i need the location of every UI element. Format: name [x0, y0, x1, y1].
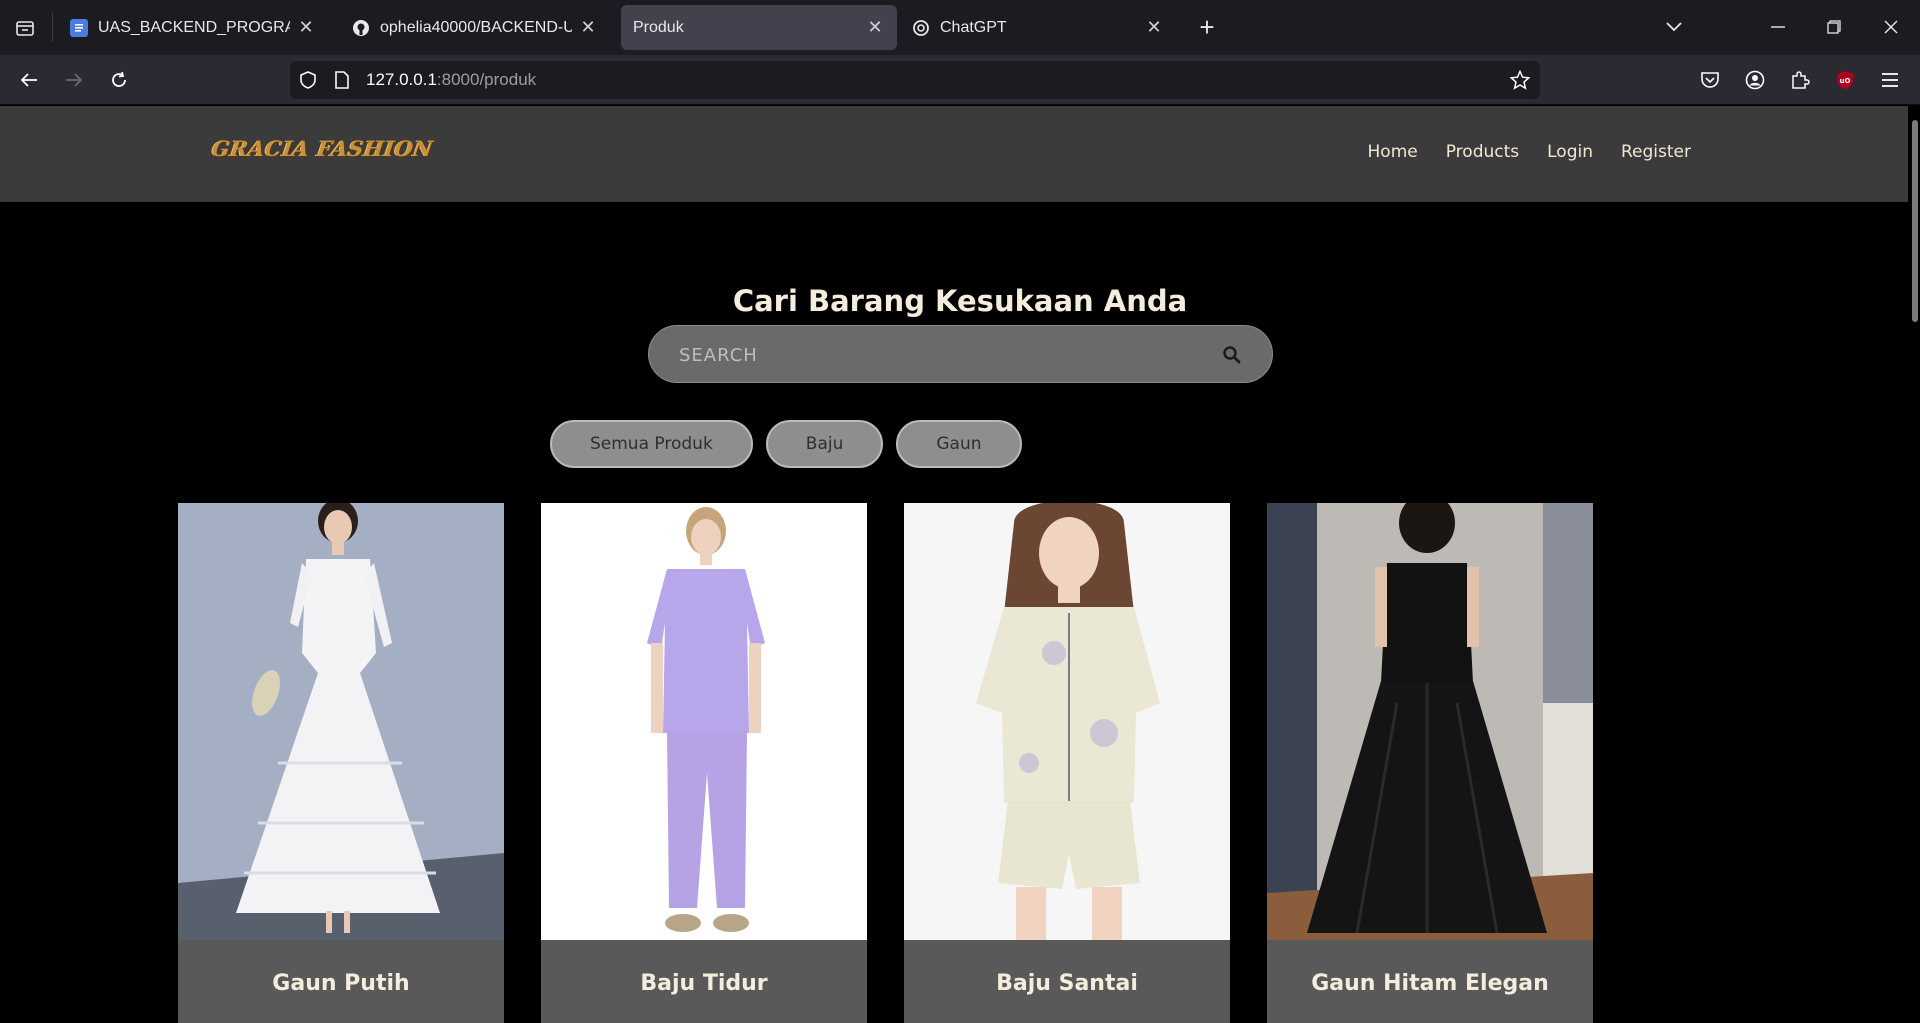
product-name[interactable]: Gaun Putih — [178, 971, 504, 996]
ublock-icon[interactable]: uO — [1830, 65, 1860, 95]
url-path: :8000/produk — [436, 70, 537, 89]
url-host: 127.0.0.1 — [366, 70, 437, 89]
search-box[interactable] — [648, 325, 1273, 383]
extensions-icon[interactable] — [1785, 65, 1815, 95]
url-text[interactable]: 127.0.0.1:8000/produk — [366, 70, 536, 90]
reload-icon[interactable] — [102, 63, 136, 97]
back-icon[interactable] — [12, 63, 46, 97]
product-card[interactable]: Gaun Hitam Elegan — [1267, 503, 1593, 1023]
nav-home[interactable]: Home — [1368, 142, 1418, 162]
docs-icon — [70, 18, 88, 37]
menu-icon[interactable] — [1875, 65, 1905, 95]
category-filters: Semua Produk Baju Gaun — [550, 420, 1022, 468]
page-icon[interactable] — [332, 70, 352, 90]
tab-separator — [52, 12, 53, 42]
chatgpt-icon — [912, 19, 930, 37]
site-header: GRACIA FASHION Home Products Login Regis… — [0, 106, 1920, 202]
tab-uas-backend[interactable]: UAS_BACKEND_PROGRAMMING ✕ — [58, 5, 328, 50]
new-tab-icon[interactable]: + — [1192, 12, 1222, 42]
minimize-icon[interactable] — [1758, 10, 1798, 44]
svg-text:uO: uO — [1840, 77, 1851, 85]
tab-title: Produk — [633, 18, 684, 36]
bookmark-star-icon[interactable] — [1510, 70, 1530, 90]
nav-login[interactable]: Login — [1547, 142, 1593, 162]
product-name[interactable]: Baju Santai — [904, 971, 1230, 996]
product-card[interactable]: Baju Tidur — [541, 503, 867, 1023]
close-tab-icon[interactable]: ✕ — [296, 17, 316, 38]
account-icon[interactable] — [1740, 65, 1770, 95]
close-tab-icon[interactable]: ✕ — [1144, 17, 1164, 38]
url-bar[interactable]: 127.0.0.1:8000/produk — [290, 61, 1540, 99]
tab-produk[interactable]: Produk ✕ — [621, 5, 897, 50]
tab-list-icon[interactable] — [10, 14, 40, 42]
pocket-icon[interactable] — [1695, 65, 1725, 95]
product-card[interactable]: Gaun Putih — [178, 503, 504, 1023]
chevron-down-icon[interactable] — [1654, 10, 1694, 44]
search-heading: Cari Barang Kesukaan Anda — [732, 284, 1188, 318]
filter-all-products[interactable]: Semua Produk — [550, 420, 753, 468]
tab-title: UAS_BACKEND_PROGRAMMING — [98, 18, 290, 36]
browser-tab-bar: UAS_BACKEND_PROGRAMMING ✕ ophelia40000/B… — [0, 0, 1920, 55]
filter-baju[interactable]: Baju — [765, 420, 884, 468]
restore-icon[interactable] — [1814, 10, 1854, 44]
github-icon — [352, 19, 370, 37]
site-logo[interactable]: GRACIA FASHION — [210, 136, 435, 161]
product-image[interactable] — [541, 503, 867, 940]
tab-github[interactable]: ophelia40000/BACKEND-UAS ✕ — [340, 5, 610, 50]
browser-nav-bar: 127.0.0.1:8000/produk uO — [0, 55, 1920, 105]
page-content: GRACIA FASHION Home Products Login Regis… — [0, 106, 1920, 1023]
product-grid: Gaun Putih Baju Tidur Baju Santai Gaun H… — [178, 503, 1593, 1023]
close-tab-icon[interactable]: ✕ — [578, 17, 598, 38]
product-card[interactable]: Baju Santai — [904, 503, 1230, 1023]
shield-icon[interactable] — [298, 70, 318, 90]
search-input[interactable] — [679, 342, 1199, 368]
filter-gaun[interactable]: Gaun — [896, 420, 1022, 468]
scrollbar-thumb[interactable] — [1912, 120, 1918, 322]
tab-title: ophelia40000/BACKEND-UAS — [380, 18, 572, 36]
nav-register[interactable]: Register — [1621, 142, 1691, 162]
product-name[interactable]: Baju Tidur — [541, 971, 867, 996]
forward-icon[interactable] — [57, 63, 91, 97]
search-icon[interactable] — [1221, 344, 1243, 366]
product-image[interactable] — [178, 503, 504, 940]
site-nav: Home Products Login Register — [1368, 142, 1691, 162]
page-scrollbar[interactable] — [1908, 106, 1920, 1023]
close-window-icon[interactable] — [1871, 10, 1911, 44]
close-tab-icon[interactable]: ✕ — [865, 17, 885, 38]
product-image[interactable] — [904, 503, 1230, 940]
product-name[interactable]: Gaun Hitam Elegan — [1267, 971, 1593, 996]
tab-chatgpt[interactable]: ChatGPT ✕ — [900, 5, 1176, 50]
product-image[interactable] — [1267, 503, 1593, 940]
nav-products[interactable]: Products — [1446, 142, 1519, 162]
tab-title: ChatGPT — [940, 18, 1007, 36]
